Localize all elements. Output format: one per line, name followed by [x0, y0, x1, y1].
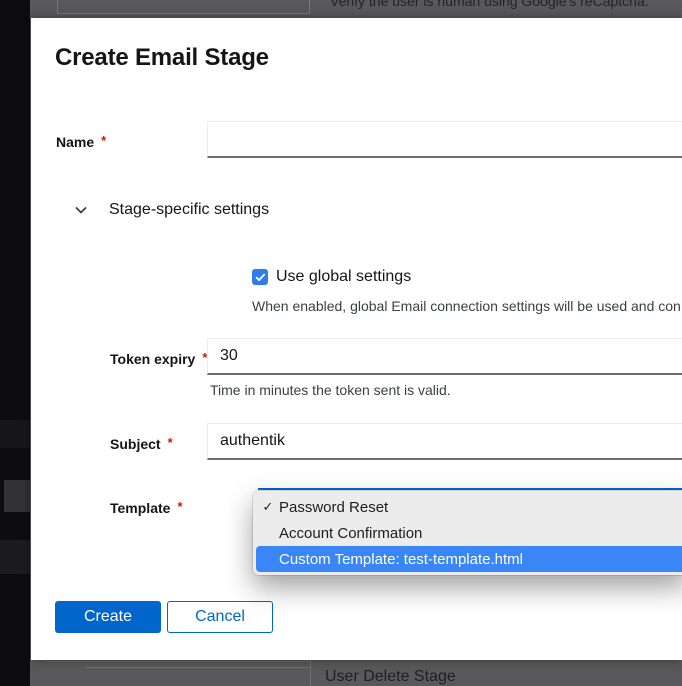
bg-user-delete-stage-cell: User Delete Stage [325, 668, 456, 686]
template-label: Template* [110, 500, 183, 516]
sidebar-item [0, 420, 30, 448]
cancel-button[interactable]: Cancel [167, 601, 273, 633]
use-global-settings-checkbox[interactable] [252, 269, 268, 285]
token-expiry-label: Token expiry* [110, 351, 207, 367]
bg-recaptcha-description: Verify the user is human using Google's … [330, 0, 649, 9]
bg-table-border [45, 661, 310, 662]
menu-item-custom-template[interactable]: Custom Template: test-template.html [256, 546, 682, 572]
template-select-focused-edge[interactable] [258, 488, 682, 490]
subject-input[interactable] [207, 423, 682, 460]
bg-table-cell-outline [57, 0, 310, 14]
required-asterisk: * [168, 435, 173, 450]
chevron-down-icon [73, 202, 89, 218]
name-label: Name* [56, 134, 106, 150]
create-email-stage-modal: Create Email Stage Name* Stage-specific … [31, 18, 682, 660]
bg-table-column-divider [310, 660, 311, 686]
section-label: Stage-specific settings [109, 201, 269, 219]
stage-specific-settings-toggle[interactable]: Stage-specific settings [73, 201, 269, 219]
app-sidebar [0, 0, 30, 686]
template-dropdown-menu: ✓ Password Reset Account Confirmation Cu… [253, 491, 682, 575]
required-asterisk: * [177, 499, 182, 514]
token-expiry-help: Time in minutes the token sent is valid. [210, 382, 451, 398]
menu-item-password-reset[interactable]: ✓ Password Reset [253, 494, 682, 520]
required-asterisk: * [101, 133, 106, 148]
modal-title: Create Email Stage [55, 44, 269, 72]
subject-label: Subject* [110, 436, 173, 452]
sidebar-item-active [4, 480, 30, 512]
token-expiry-input[interactable] [207, 338, 682, 375]
check-icon [255, 272, 266, 283]
use-global-settings-label[interactable]: Use global settings [276, 268, 411, 286]
create-button[interactable]: Create [55, 601, 161, 633]
check-icon: ✓ [257, 499, 279, 515]
menu-item-account-confirmation[interactable]: Account Confirmation [253, 520, 682, 546]
name-input[interactable] [207, 121, 682, 158]
bg-table-border [85, 667, 310, 668]
sidebar-item [0, 540, 30, 574]
use-global-settings-help: When enabled, global Email connection se… [252, 298, 681, 314]
